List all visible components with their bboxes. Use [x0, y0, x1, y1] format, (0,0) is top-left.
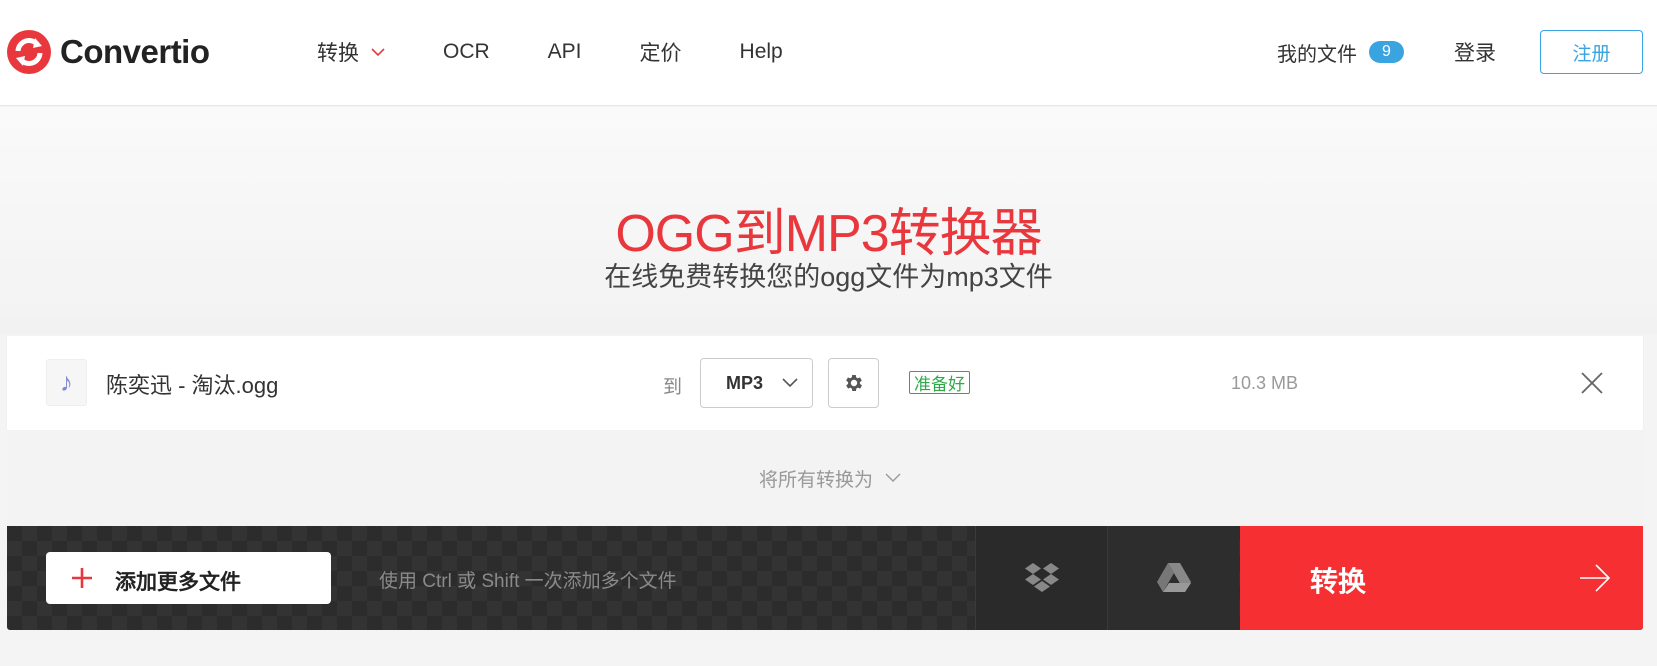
convert-label: 转换 — [1310, 566, 1367, 597]
chevron-down-icon — [371, 48, 385, 57]
nav-convert[interactable]: 转换 — [317, 37, 385, 67]
add-files-button[interactable]: 添加更多文件 — [46, 552, 331, 604]
dropbox-button[interactable] — [975, 526, 1107, 630]
page-subtitle: 在线免费转换您的ogg文件为mp3文件 — [604, 262, 1053, 292]
format-select[interactable]: MP3 — [700, 358, 813, 408]
file-name: 陈奕迅 - 淘汰.ogg — [106, 373, 279, 398]
close-icon[interactable] — [1580, 371, 1604, 395]
convertio-logo-icon — [7, 30, 51, 74]
hero-section: OGG到MP3转换器 在线免费转换您的ogg文件为mp3文件 — [0, 107, 1657, 335]
file-count-badge: 9 — [1369, 41, 1404, 63]
google-drive-icon — [1156, 563, 1191, 592]
action-bar: 添加更多文件 使用 Ctrl 或 Shift 一次添加多个文件 转换 — [7, 526, 1643, 630]
chevron-down-icon — [885, 473, 901, 482]
gear-icon — [845, 375, 862, 391]
convert-all-label: 将所有转换为 — [758, 469, 873, 491]
format-value: MP3 — [726, 372, 764, 393]
signup-button[interactable]: 注册 — [1540, 30, 1643, 74]
main-nav: 转换 OCR API 定价 Help — [317, 36, 841, 68]
account-nav: 我的文件 9 登录 注册 — [1277, 30, 1643, 74]
multi-select-hint: 使用 Ctrl 或 Shift 一次添加多个文件 — [379, 571, 677, 592]
convert-all-bar: 将所有转换为 — [7, 430, 1643, 526]
status-badge: 准备好 — [909, 371, 970, 394]
nav-ocr[interactable]: OCR — [443, 40, 490, 64]
google-drive-button[interactable] — [1107, 526, 1239, 630]
file-row: ♪ 陈奕迅 - 淘汰.ogg 到 MP3 准备好 10.3 MB — [7, 336, 1643, 430]
dropbox-icon — [1024, 563, 1059, 592]
nav-api[interactable]: API — [548, 40, 582, 64]
to-label: 到 — [663, 377, 683, 398]
top-header: Convertio 转换 OCR API 定价 Help 我的文件 9 登录 注… — [0, 0, 1657, 106]
nav-convert-label: 转换 — [317, 42, 359, 65]
logo[interactable]: Convertio — [6, 28, 210, 76]
plus-icon — [72, 568, 92, 588]
file-size: 10.3 MB — [1231, 373, 1299, 393]
logo-text: Convertio — [60, 33, 210, 70]
convert-button[interactable]: 转换 — [1240, 526, 1643, 630]
nav-pricing[interactable]: 定价 — [640, 37, 682, 67]
music-note-icon: ♪ — [46, 359, 87, 406]
my-files-label: 我的文件 — [1277, 43, 1357, 66]
convert-all-dropdown[interactable]: 将所有转换为 — [759, 465, 901, 492]
arrow-right-icon — [1580, 564, 1611, 592]
my-files-link[interactable]: 我的文件 9 — [1277, 38, 1404, 67]
chevron-down-icon — [782, 378, 798, 388]
add-files-label: 添加更多文件 — [115, 571, 241, 594]
login-link[interactable]: 登录 — [1454, 37, 1496, 67]
nav-help[interactable]: Help — [740, 40, 783, 64]
settings-button[interactable] — [828, 358, 879, 408]
